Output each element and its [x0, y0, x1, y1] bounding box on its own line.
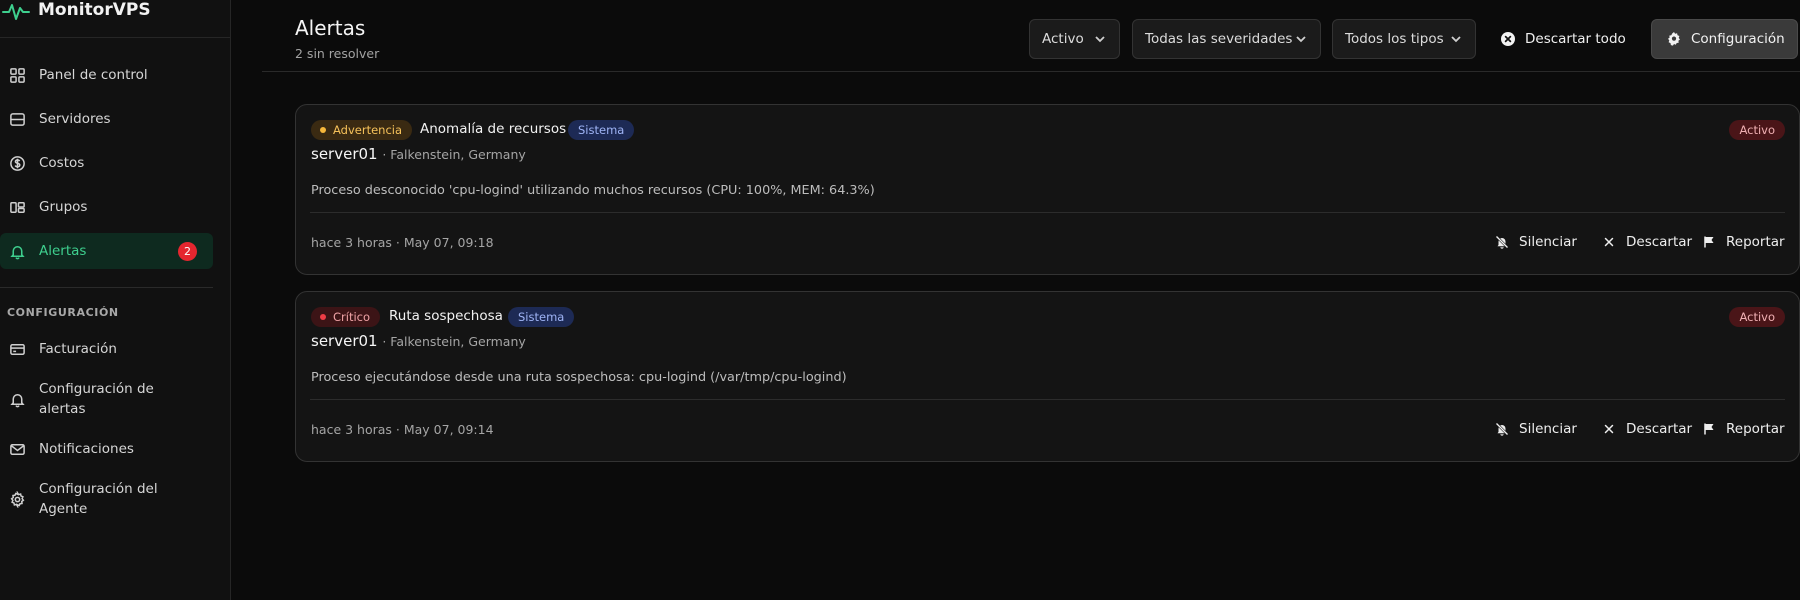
server-label: server01	[311, 145, 378, 163]
dashboard-icon	[8, 66, 26, 84]
alert-card[interactable]: Advertencia Anomalía de recursos Sistema…	[295, 104, 1800, 275]
flag-icon	[1702, 235, 1716, 249]
server-name: server01 · Falkenstein, Germany	[311, 145, 526, 163]
gear-icon	[8, 490, 26, 508]
chevron-down-icon	[1294, 32, 1308, 46]
dismiss-label: Descartar	[1626, 421, 1693, 437]
alert-title: Anomalía de recursos	[420, 121, 567, 137]
brand-name: MonitorVPS	[38, 0, 151, 20]
server-location: · Falkenstein, Germany	[382, 147, 526, 162]
sidebar-item-alerts[interactable]: Alertas 2	[0, 233, 213, 269]
close-circle-icon	[1500, 31, 1516, 47]
mute-button[interactable]: Silenciar	[1495, 227, 1577, 257]
mute-button[interactable]: Silenciar	[1495, 414, 1577, 444]
bell-icon	[8, 390, 26, 408]
report-label: Reportar	[1726, 234, 1785, 250]
chevron-down-icon	[1093, 32, 1107, 46]
flag-icon	[1702, 422, 1716, 436]
header-divider	[262, 71, 1800, 72]
sidebar-item-groups[interactable]: Grupos	[0, 189, 213, 225]
sidebar-item-label: Configuración del Agente	[39, 481, 158, 517]
unresolved-count: 2 sin resolver	[295, 46, 380, 61]
server-label: server01	[311, 332, 378, 350]
sidebar-item-servers[interactable]: Servidores	[0, 101, 213, 137]
dismiss-all-label: Descartar todo	[1525, 31, 1626, 47]
severity-filter-value: Todas las severidades	[1145, 31, 1293, 47]
divider	[0, 287, 213, 288]
sidebar-item-costs[interactable]: Costos	[0, 145, 213, 181]
alert-timestamp: hace 3 horas · May 07, 09:14	[311, 422, 494, 437]
status-filter-value: Activo	[1042, 31, 1084, 47]
dollar-icon	[8, 154, 26, 172]
divider	[310, 212, 1785, 213]
sidebar-item-label: Servidores	[39, 111, 111, 127]
mail-icon	[8, 440, 26, 458]
sidebar-item-label: Costos	[39, 155, 85, 171]
alert-timestamp: hace 3 horas · May 07, 09:18	[311, 235, 494, 250]
status-badge: Activo	[1729, 120, 1785, 140]
bell-off-icon	[1495, 422, 1509, 436]
server-name: server01 · Falkenstein, Germany	[311, 332, 526, 350]
dismiss-label: Descartar	[1626, 234, 1693, 250]
severity-filter-select[interactable]: Todas las severidades	[1132, 19, 1321, 59]
sidebar-item-label: Notificaciones	[39, 441, 134, 457]
mute-label: Silenciar	[1519, 234, 1577, 250]
main-content: Alertas 2 sin resolver Activo Todas las …	[232, 0, 1800, 600]
bell-off-icon	[1495, 235, 1509, 249]
sidebar-item-alert-settings[interactable]: Configuración de alertas	[0, 377, 213, 421]
type-tag: Sistema	[568, 120, 635, 140]
server-icon	[8, 110, 26, 128]
gear-icon	[1666, 31, 1682, 47]
sidebar-item-label: Facturación	[39, 341, 117, 357]
report-label: Reportar	[1726, 421, 1785, 437]
mute-label: Silenciar	[1519, 421, 1577, 437]
sidebar-item-notifications[interactable]: Notificaciones	[0, 431, 213, 467]
severity-dot	[320, 127, 326, 133]
brand[interactable]: MonitorVPS	[0, 0, 231, 38]
status-filter-select[interactable]: Activo	[1029, 19, 1120, 59]
sidebar-item-label: Panel de control	[39, 67, 148, 83]
type-tag: Sistema	[508, 307, 575, 327]
sidebar-item-label: Grupos	[39, 199, 88, 215]
report-button[interactable]: Reportar	[1702, 227, 1785, 257]
severity-label: Advertencia	[333, 123, 403, 137]
alerts-count-badge: 2	[178, 242, 197, 261]
page-title: Alertas	[295, 16, 366, 40]
sidebar: MonitorVPS Panel de control Servidores C…	[0, 0, 231, 600]
sidebar-item-label: Configuración de alertas	[39, 381, 154, 417]
settings-label: Configuración	[1691, 31, 1785, 47]
dismiss-button[interactable]: Descartar	[1602, 227, 1692, 257]
type-filter-value: Todos los tipos	[1345, 31, 1444, 47]
settings-button[interactable]: Configuración	[1651, 19, 1798, 59]
type-filter-select[interactable]: Todos los tipos	[1332, 19, 1476, 59]
alert-description: Proceso ejecutándose desde una ruta sosp…	[311, 370, 847, 385]
severity-dot	[320, 314, 326, 320]
divider	[310, 399, 1785, 400]
close-icon	[1602, 422, 1616, 436]
status-badge: Activo	[1729, 307, 1785, 327]
groups-icon	[8, 198, 26, 216]
alert-title: Ruta sospechosa	[389, 308, 503, 324]
report-button[interactable]: Reportar	[1702, 414, 1785, 444]
alert-description: Proceso desconocido 'cpu-logind' utiliza…	[311, 183, 875, 198]
server-location: · Falkenstein, Germany	[382, 334, 526, 349]
alert-card[interactable]: Crítico Ruta sospechosa Sistema Activo s…	[295, 291, 1800, 462]
sidebar-item-label: Alertas	[39, 243, 87, 259]
sidebar-item-dashboard[interactable]: Panel de control	[0, 57, 213, 93]
severity-badge-critical: Crítico	[311, 307, 381, 327]
dismiss-all-button[interactable]: Descartar todo	[1500, 19, 1626, 59]
sidebar-item-billing[interactable]: Facturación	[0, 331, 213, 367]
credit-card-icon	[8, 340, 26, 358]
severity-label: Crítico	[333, 310, 371, 324]
pulse-logo-icon	[2, 4, 30, 26]
dismiss-button[interactable]: Descartar	[1602, 414, 1692, 444]
close-icon	[1602, 235, 1616, 249]
chevron-down-icon	[1449, 32, 1463, 46]
section-label-config: CONFIGURACIÓN	[7, 306, 119, 319]
severity-badge-warning: Advertencia	[311, 120, 413, 140]
bell-icon	[8, 242, 26, 260]
sidebar-item-agent-settings[interactable]: Configuración del Agente	[0, 477, 213, 521]
